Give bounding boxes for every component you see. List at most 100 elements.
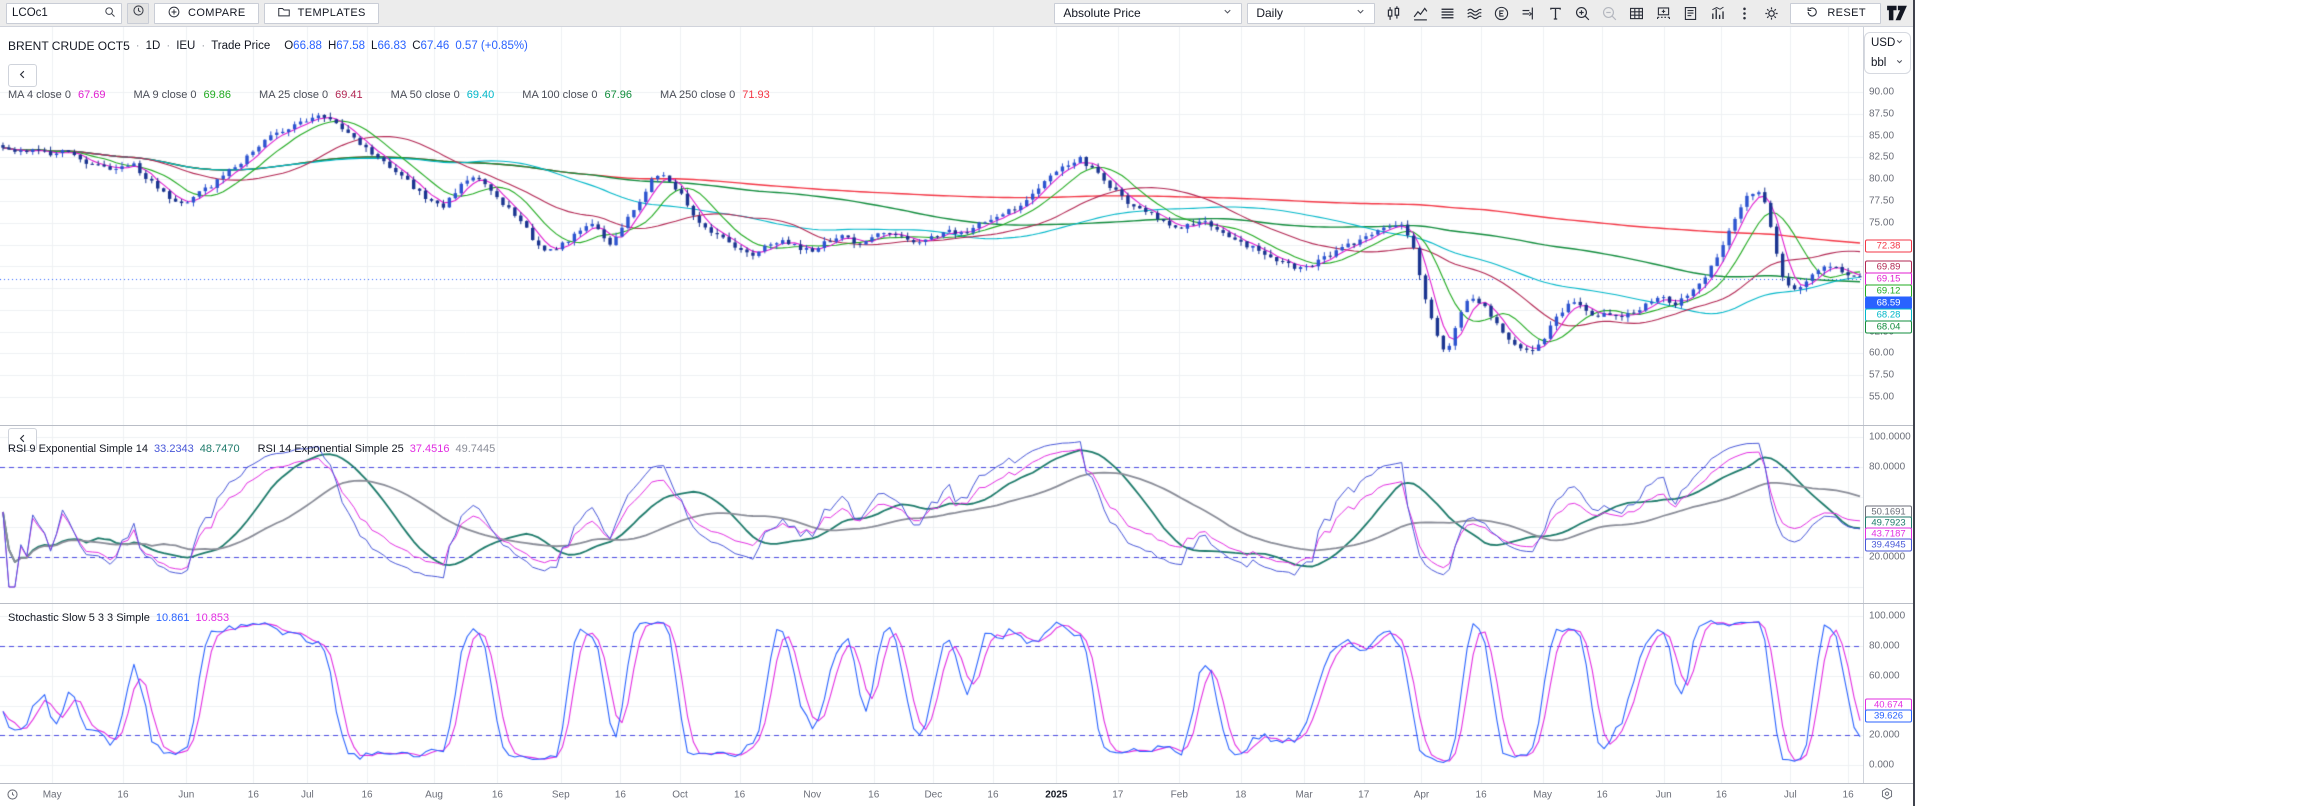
currency-select[interactable]: USD [1865, 33, 1910, 53]
stoch-indicator-name[interactable]: Stochastic Slow 5 3 3 Simple [8, 612, 150, 624]
ma-value: 71.93 [742, 89, 770, 101]
ma-legend-item[interactable]: MA 4 close 067.69 [8, 89, 106, 101]
rsi2-indicator-name[interactable]: RSI 14 Exponential Simple 25 [258, 443, 404, 455]
legend-separator: · [136, 40, 140, 52]
rsi-indicator-name[interactable]: RSI 9 Exponential Simple 14 [8, 443, 148, 455]
symbol-text: LCOc1 [12, 7, 48, 19]
chart-region: BRENT CRUDE OCT5 · 1D · IEU · Trade Pric… [0, 27, 1914, 806]
time-axis-label: 16 [615, 790, 626, 801]
compare-button[interactable]: COMPARE [154, 3, 259, 24]
rsi-value-1: 33.2343 [154, 443, 194, 455]
circle-e-icon[interactable] [1488, 2, 1515, 24]
axis-tick-label: 20.000 [1869, 730, 1900, 741]
interval-history-button[interactable] [127, 3, 149, 24]
unit-value: bbl [1871, 57, 1886, 69]
toolbar-icon-strip [1380, 2, 1785, 24]
axis-tick-label: 80.00 [1869, 174, 1894, 185]
tradingview-logo[interactable] [1886, 4, 1908, 22]
chart-canvas[interactable] [0, 27, 1863, 783]
legend-interval[interactable]: 1D [146, 40, 161, 52]
stoch-value-1: 10.861 [156, 612, 190, 624]
ma-legend-item[interactable]: MA 50 close 069.40 [391, 89, 495, 101]
axis-tick-label: 80.000 [1869, 641, 1900, 652]
axis-tick-label: 60.000 [1869, 670, 1900, 681]
ma-value: 69.86 [204, 89, 232, 101]
time-axis-label: Feb [1171, 790, 1188, 801]
pane-divider[interactable] [0, 425, 1913, 426]
zoom-out-icon[interactable] [1596, 2, 1623, 24]
rsi2-value-2: 49.7445 [455, 443, 495, 455]
axis-settings-icon[interactable] [1880, 787, 1894, 801]
reset-label: RESET [1827, 7, 1866, 19]
ma-legend-item[interactable]: MA 100 close 0 67.96 [522, 89, 632, 101]
table-icon[interactable] [1623, 2, 1650, 24]
ma-value: 67.96 [605, 89, 633, 101]
text-icon[interactable] [1542, 2, 1569, 24]
time-axis[interactable]: May16Jun16Jul16Aug16Sep16Oct16Nov16Dec16… [0, 783, 1913, 806]
interval-select[interactable]: Daily [1247, 3, 1375, 24]
time-axis-label: 16 [248, 790, 259, 801]
templates-label: TEMPLATES [298, 7, 366, 19]
axis-tick-label: 100.000 [1869, 611, 1905, 622]
ma-legend-item[interactable]: MA 9 close 069.86 [134, 89, 232, 101]
ma-legend-row: MA 4 close 067.69 MA 9 close 069.86 MA 25 … [8, 89, 792, 101]
pane-divider[interactable] [0, 603, 1913, 604]
price-scale-value: Absolute Price [1063, 6, 1140, 20]
legend-series-type[interactable]: Trade Price [211, 40, 270, 52]
ma-legend-item[interactable]: MA 25 close 069.41 [259, 89, 363, 101]
time-axis-label: 17 [1358, 790, 1369, 801]
rsi2-value-1: 37.4516 [410, 443, 450, 455]
currency-value: USD [1871, 37, 1895, 49]
change-value: 0.57 (+0.85%) [455, 40, 528, 52]
axis-tick-label: 90.00 [1869, 87, 1894, 98]
time-axis-label: 16 [117, 790, 128, 801]
align-icon[interactable] [1515, 2, 1542, 24]
time-axis-label: 18 [1235, 790, 1246, 801]
rsi-legend: RSI 9 Exponential Simple 14 33.2343 48.7… [8, 443, 495, 455]
templates-button[interactable]: TEMPLATES [264, 3, 379, 24]
time-axis-label: 16 [734, 790, 745, 801]
gear-icon[interactable] [1758, 2, 1785, 24]
axis-tick-label: 55.00 [1869, 392, 1894, 403]
stoch-value-2: 10.853 [196, 612, 230, 624]
waves-icon[interactable] [1461, 2, 1488, 24]
time-axis-label: Jul [301, 790, 314, 801]
reset-button[interactable]: RESET [1790, 3, 1881, 24]
symbol-search-input[interactable]: LCOc1 [6, 3, 122, 24]
indicator-price-label: 72.38 [1865, 239, 1912, 252]
chevron-down-icon [1222, 6, 1233, 20]
axis-tick-label: 57.50 [1869, 370, 1894, 381]
legend-exchange[interactable]: IEU [176, 40, 195, 52]
news-icon[interactable] [1677, 2, 1704, 24]
ma-label: MA 50 close 0 [391, 89, 460, 101]
legend-separator: · [166, 40, 170, 52]
ma-label: MA 100 close 0 [522, 89, 597, 101]
chevron-left-icon [17, 67, 28, 85]
time-axis-label: 16 [361, 790, 372, 801]
rows-icon[interactable] [1434, 2, 1461, 24]
zoom-in-icon[interactable] [1569, 2, 1596, 24]
add-pane-icon[interactable] [1650, 2, 1677, 24]
area-chart-icon[interactable] [1407, 2, 1434, 24]
time-axis-label: Sep [552, 790, 570, 801]
axis-tick-label: 60.00 [1869, 348, 1894, 359]
bar-chart-icon[interactable] [1704, 2, 1731, 24]
candles-icon[interactable] [1380, 2, 1407, 24]
main-pane-collapse-button[interactable] [8, 64, 37, 87]
main-legend: BRENT CRUDE OCT5 · 1D · IEU · Trade Pric… [8, 39, 528, 53]
unit-select[interactable]: bbl [1865, 53, 1910, 73]
legend-symbol[interactable]: BRENT CRUDE OCT5 [8, 39, 130, 53]
time-axis-label: 16 [1843, 790, 1854, 801]
search-icon [104, 6, 116, 21]
time-axis-clock-icon[interactable] [6, 788, 19, 801]
time-axis-label: 16 [1597, 790, 1608, 801]
price-scale-select[interactable]: Absolute Price [1054, 3, 1242, 24]
stoch-legend: Stochastic Slow 5 3 3 Simple 10.861 10.8… [8, 612, 229, 624]
ma-legend-item[interactable]: MA 250 close 071.93 [660, 89, 770, 101]
time-axis-label: Aug [425, 790, 443, 801]
kebab-icon[interactable] [1731, 2, 1758, 24]
ohlc-high: H67.58 [328, 40, 365, 52]
time-axis-label: Jul [1784, 790, 1797, 801]
axis-tick-label: 20.0000 [1869, 552, 1905, 563]
time-axis-label: Mar [1295, 790, 1312, 801]
